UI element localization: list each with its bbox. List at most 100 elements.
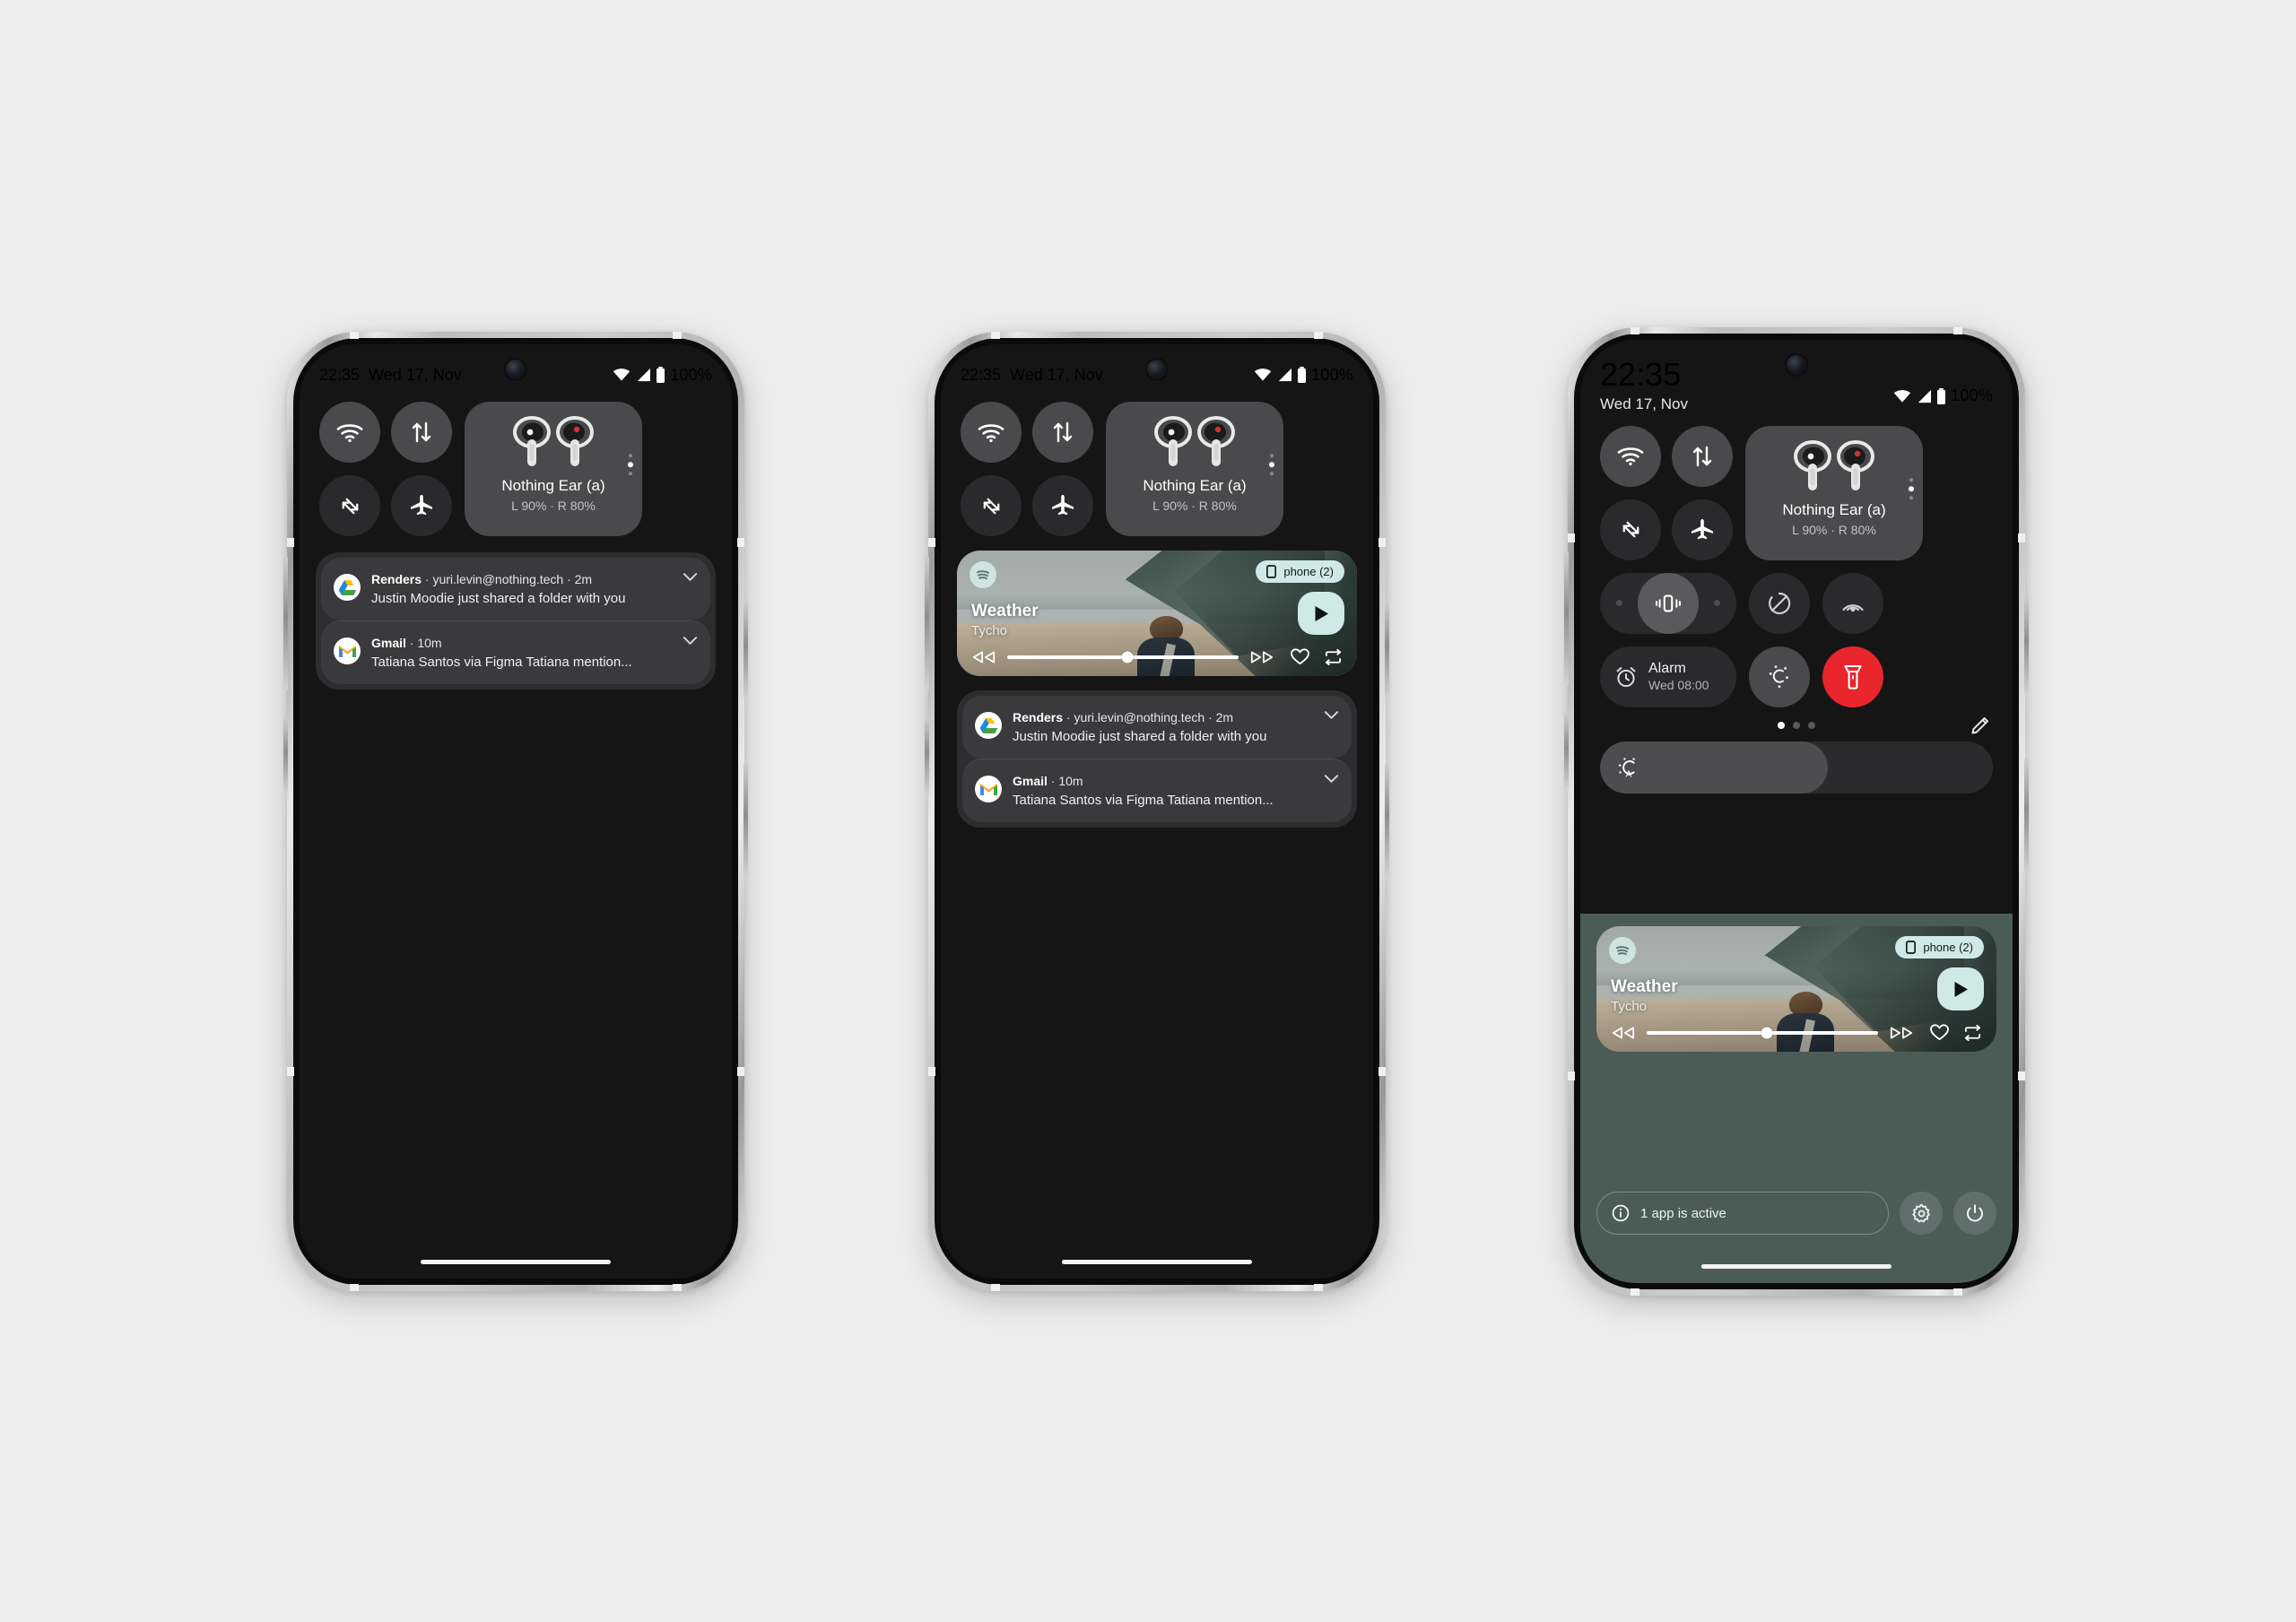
notification-item[interactable]: Gmail · 10m Tatiana Santos via Figma Tat… xyxy=(321,620,710,684)
home-indicator[interactable] xyxy=(1061,1260,1253,1264)
home-indicator[interactable] xyxy=(1700,1264,1892,1269)
antenna-line xyxy=(1953,327,1962,334)
brightness-slider[interactable]: A xyxy=(1600,741,1993,794)
media-player[interactable]: phone (2) Weather Tycho xyxy=(1596,926,1996,1052)
media-track-title: Weather xyxy=(1611,977,1678,996)
phone-1-side-button-2[interactable] xyxy=(744,762,748,879)
settings-button[interactable] xyxy=(1900,1192,1943,1235)
notification-item[interactable]: Renders · yuri.levin@nothing.tech · 2m J… xyxy=(962,696,1352,759)
color-temperature-icon xyxy=(1768,664,1791,690)
antenna-line xyxy=(1314,1284,1323,1291)
auto-rotate-tile[interactable] xyxy=(961,475,1022,536)
seek-knob[interactable] xyxy=(1121,651,1134,663)
cellular-signal-icon xyxy=(1916,389,1932,403)
brightness-area: A xyxy=(1580,729,2013,794)
quick-settings-area: Nothing Ear (a) L 90% · R 80% xyxy=(1580,413,2013,560)
bluetooth-page-dots[interactable] xyxy=(1269,454,1274,476)
phone-2-power-button[interactable] xyxy=(925,717,929,794)
seek-knob[interactable] xyxy=(1761,1027,1773,1038)
gmail-icon xyxy=(975,776,1002,802)
repeat-button[interactable] xyxy=(1963,1024,1982,1041)
fast-forward-button[interactable] xyxy=(1249,650,1274,664)
phone-2-side-button-2[interactable] xyxy=(1385,762,1389,879)
power-button[interactable] xyxy=(1953,1192,1996,1235)
media-player[interactable]: phone (2) Weather Tycho xyxy=(957,551,1357,676)
phone-2-side-button[interactable] xyxy=(1385,601,1389,699)
bluetooth-device-card[interactable]: Nothing Ear (a) L 90% · R 80% xyxy=(1106,402,1283,536)
chevron-down-icon[interactable] xyxy=(1324,774,1339,784)
earbuds-icon xyxy=(1787,438,1881,494)
alarm-tile[interactable]: Alarm Wed 08:00 xyxy=(1600,646,1736,707)
seek-bar[interactable] xyxy=(1647,1027,1878,1038)
ringer-option-loud[interactable] xyxy=(1714,600,1720,607)
bluetooth-page-dots[interactable] xyxy=(1909,477,1914,499)
media-output-chip[interactable]: phone (2) xyxy=(1895,936,1984,958)
favorite-button[interactable] xyxy=(1930,1024,1949,1041)
bluetooth-device-card[interactable]: Nothing Ear (a) L 90% · R 80% xyxy=(465,402,642,536)
airplane-mode-tile[interactable] xyxy=(1032,475,1093,536)
seek-bar[interactable] xyxy=(1007,651,1239,663)
bluetooth-page-dots[interactable] xyxy=(628,454,633,476)
wifi-tile[interactable] xyxy=(1600,425,1661,487)
notification-item[interactable]: Renders · yuri.levin@nothing.tech · 2m J… xyxy=(321,558,710,620)
rewind-button[interactable] xyxy=(1611,1026,1636,1040)
chevron-down-icon[interactable] xyxy=(683,636,698,646)
flashlight-tile[interactable] xyxy=(1822,646,1883,707)
google-drive-icon xyxy=(975,712,1002,739)
play-button[interactable] xyxy=(1937,967,1984,1010)
status-header: 22:35 Wed 17, Nov 100% xyxy=(1580,340,2013,413)
antenna-line xyxy=(928,538,935,547)
active-apps-button[interactable]: 1 app is active xyxy=(1596,1192,1889,1235)
notification-text: Tatiana Santos via Figma Tatiana mention… xyxy=(1013,793,1274,808)
mobile-data-tile[interactable] xyxy=(1032,402,1093,463)
airplane-mode-tile[interactable] xyxy=(1672,499,1733,560)
phone-3-volume-buttons[interactable] xyxy=(1564,551,1569,686)
chevron-down-icon[interactable] xyxy=(683,572,698,582)
auto-rotate-tile[interactable] xyxy=(319,475,380,536)
front-camera-icon xyxy=(1147,360,1167,379)
auto-rotate-tile[interactable] xyxy=(1600,499,1661,560)
antenna-line xyxy=(737,538,744,547)
chevron-down-icon[interactable] xyxy=(1324,710,1339,720)
bluetooth-device-name: Nothing Ear (a) xyxy=(1782,500,1886,518)
data-transfer-icon xyxy=(1691,444,1714,469)
notification-text: Justin Moodie just shared a folder with … xyxy=(371,591,626,606)
wifi-icon xyxy=(978,422,1004,443)
bluetooth-device-card[interactable]: Nothing Ear (a) L 90% · R 80% xyxy=(1745,425,1923,560)
wifi-tile[interactable] xyxy=(319,402,380,463)
cast-tile[interactable] xyxy=(1822,572,1883,634)
qs-page-indicator[interactable] xyxy=(1778,721,1815,729)
antenna-line xyxy=(1378,1067,1386,1076)
auto-rotate-icon xyxy=(979,494,1004,518)
media-track-title: Weather xyxy=(971,602,1039,620)
notification-meta: · yuri.levin@nothing.tech · 2m xyxy=(1065,710,1234,724)
home-indicator[interactable] xyxy=(420,1260,612,1264)
repeat-button[interactable] xyxy=(1324,648,1343,665)
ringer-mode-toggle[interactable] xyxy=(1600,572,1736,634)
phone-3-power-button[interactable] xyxy=(1564,713,1569,790)
phone-1-power-button[interactable] xyxy=(283,717,288,794)
google-drive-icon xyxy=(334,574,361,601)
media-artist: Tycho xyxy=(971,623,1008,638)
phone-2-volume-buttons[interactable] xyxy=(925,556,929,690)
play-button[interactable] xyxy=(1298,592,1344,635)
phone-3-side-button[interactable] xyxy=(2024,596,2029,695)
edit-tiles-button[interactable] xyxy=(1970,715,1991,736)
mobile-data-tile[interactable] xyxy=(391,402,452,463)
notification-item[interactable]: Gmail · 10m Tatiana Santos via Figma Tat… xyxy=(962,759,1352,822)
mobile-data-tile[interactable] xyxy=(1672,425,1733,487)
rewind-button[interactable] xyxy=(971,650,996,664)
color-temperature-tile[interactable] xyxy=(1749,646,1810,707)
favorite-button[interactable] xyxy=(1291,648,1309,665)
do-not-disturb-tile[interactable] xyxy=(1749,572,1810,634)
media-output-chip[interactable]: phone (2) xyxy=(1256,560,1344,583)
ringer-option-silent[interactable] xyxy=(1616,600,1622,607)
fast-forward-button[interactable] xyxy=(1889,1026,1914,1040)
antenna-line xyxy=(350,1284,359,1291)
phone-1-volume-buttons[interactable] xyxy=(283,556,288,690)
airplane-mode-tile[interactable] xyxy=(391,475,452,536)
phone-1-side-button[interactable] xyxy=(744,601,748,699)
wifi-tile[interactable] xyxy=(961,402,1022,463)
alarm-subtitle: Wed 08:00 xyxy=(1648,678,1709,693)
phone-3-side-button-2[interactable] xyxy=(2024,758,2029,874)
